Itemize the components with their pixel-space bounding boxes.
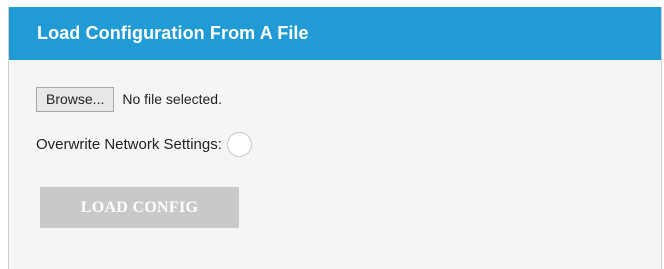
file-picker-row: Browse... No file selected. <box>36 86 222 112</box>
panel-header: Load Configuration From A File <box>9 7 661 60</box>
load-config-button[interactable]: LOAD CONFIG <box>40 187 239 228</box>
overwrite-network-settings-row: Overwrite Network Settings: <box>36 132 252 157</box>
overwrite-network-settings-label: Overwrite Network Settings: <box>36 136 222 153</box>
panel-title: Load Configuration From A File <box>37 23 309 43</box>
overwrite-network-settings-toggle[interactable] <box>226 132 252 157</box>
browse-button[interactable]: Browse... <box>36 86 115 112</box>
file-status-text: No file selected. <box>122 91 222 107</box>
load-config-panel: Load Configuration From A File Browse...… <box>8 7 662 269</box>
